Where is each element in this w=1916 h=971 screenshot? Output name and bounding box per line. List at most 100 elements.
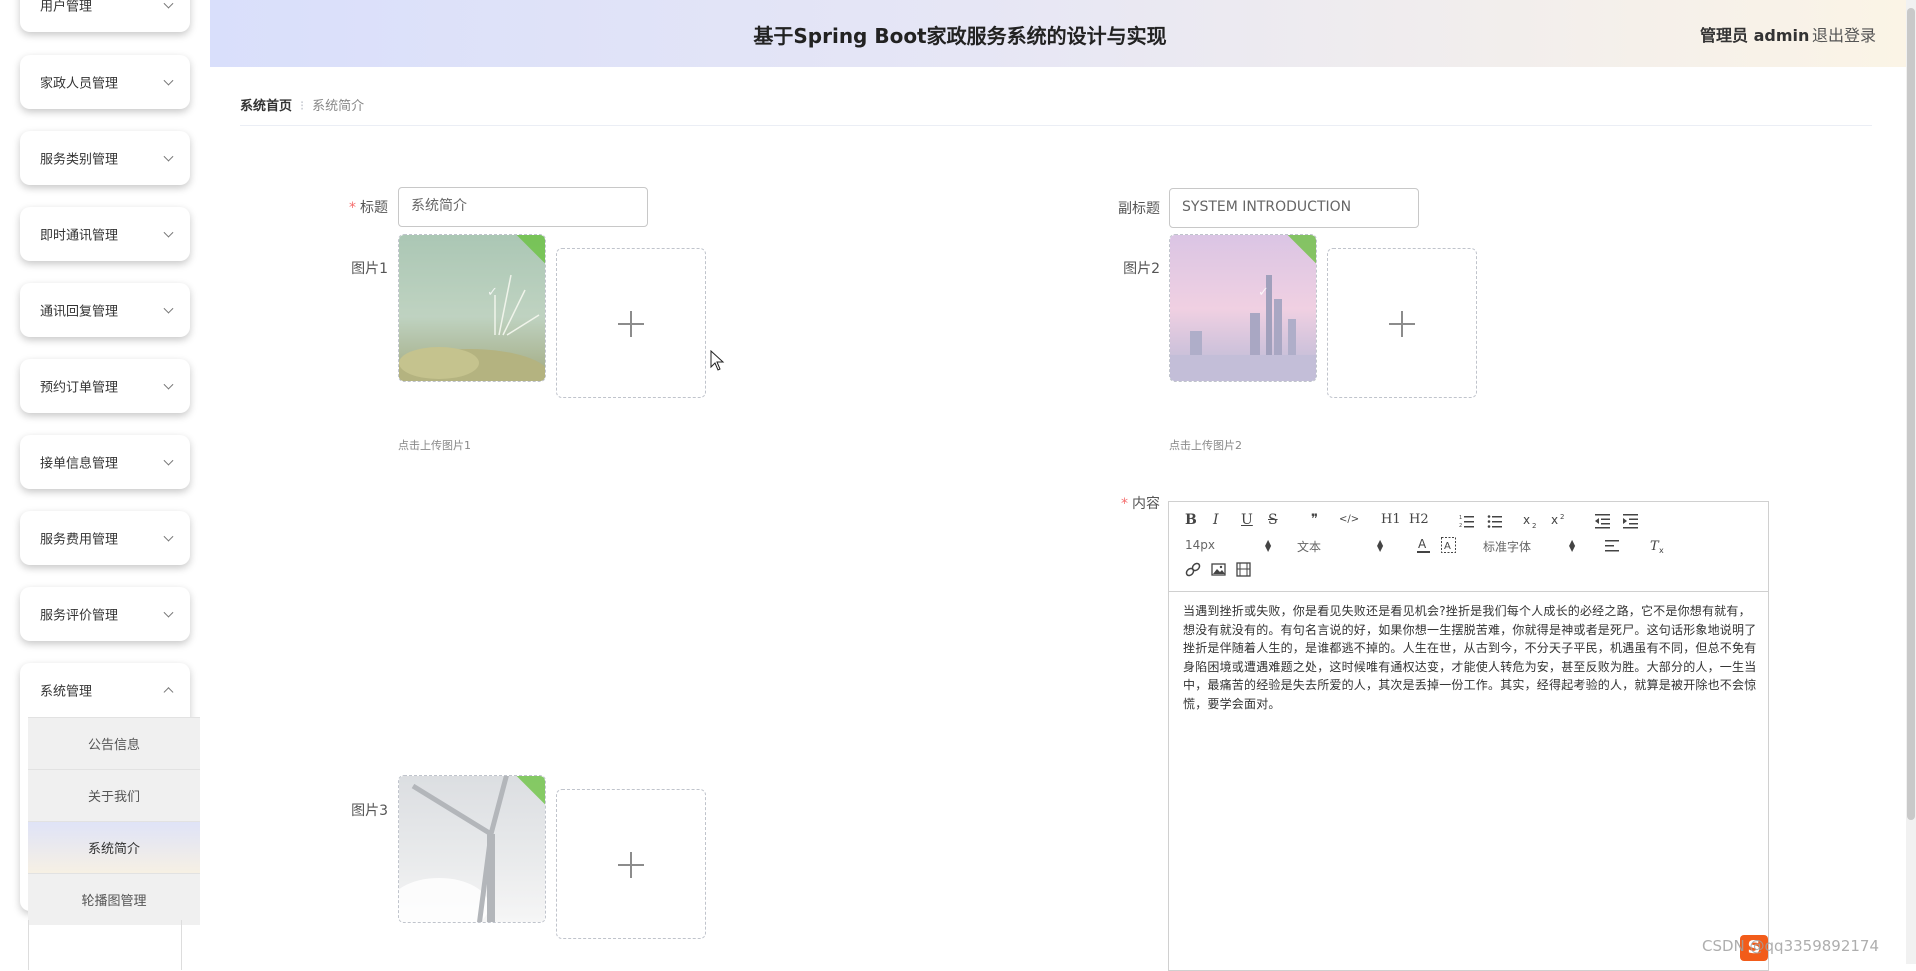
sidebar-item-label: 通讯回复管理 — [40, 304, 119, 320]
font-family-select[interactable]: 标准字体 — [1483, 538, 1531, 555]
image3-preview[interactable] — [398, 775, 546, 923]
font-color-icon[interactable]: A — [1416, 537, 1432, 555]
sidebar-item-order-acceptance[interactable]: 接单信息管理 — [20, 435, 190, 489]
header1-button[interactable]: H1 — [1381, 512, 1401, 527]
video-icon[interactable] — [1236, 562, 1252, 578]
sidebar-item-housekeeper-management[interactable]: 家政人员管理 — [20, 55, 190, 109]
breadcrumb-separator: ⁝ — [300, 99, 305, 114]
breadcrumb-current: 系统简介 — [312, 99, 365, 114]
page-title: 基于Spring Boot家政服务系统的设计与实现 — [753, 24, 1167, 48]
image1-upload-tip: 点击上传图片1 — [398, 439, 471, 452]
subtitle-input[interactable]: SYSTEM INTRODUCTION — [1169, 188, 1419, 228]
submenu-item-announcements[interactable]: 公告信息 — [28, 717, 200, 769]
sidebar-item-system-management[interactable]: 系统管理 公告信息 关于我们 系统简介 轮播图管理 — [20, 663, 200, 925]
underline-button[interactable]: U — [1241, 512, 1253, 528]
sidebar-item-label: 接单信息管理 — [40, 456, 119, 472]
title-input[interactable]: 系统简介 — [398, 187, 648, 227]
svg-text:x: x — [1659, 546, 1664, 555]
sidebar-item-label: 服务评价管理 — [40, 608, 119, 624]
sidebar-item-message-reply[interactable]: 通讯回复管理 — [20, 283, 190, 337]
sidebar-item-label: 用户管理 — [40, 0, 93, 15]
sidebar-bottom-edge — [28, 920, 182, 970]
submenu-item-carousel[interactable]: 轮播图管理 — [28, 873, 200, 925]
ordered-list-icon[interactable]: 1 2 — [1459, 513, 1475, 529]
divider — [240, 125, 1872, 126]
bold-button[interactable]: B — [1185, 512, 1197, 528]
select-arrows-icon: ▲ ▼ — [1377, 538, 1384, 553]
sidebar-item-service-category[interactable]: 服务类别管理 — [20, 131, 190, 185]
clear-format-icon[interactable]: T x — [1649, 537, 1667, 555]
top-header: 基于Spring Boot家政服务系统的设计与实现 管理员 admin 退出登录 — [210, 0, 1906, 67]
rich-text-editor: B I U S ❞ </> H1 H2 1 2 x2 x2 14px ▲ ▼ 文… — [1168, 501, 1769, 971]
editor-content[interactable]: 当遇到挫折或失败，你是看见失败还是看见机会?挫折是我们每个人成长的必经之路，它不… — [1183, 602, 1759, 714]
content-label-text: 内容 — [1132, 496, 1160, 512]
sidebar-item-label: 服务费用管理 — [40, 532, 119, 548]
sidebar-item-user-management[interactable]: 用户管理 — [20, 0, 190, 32]
sidebar-item-label: 家政人员管理 — [40, 76, 119, 92]
image2-preview[interactable]: ✓ — [1169, 234, 1317, 382]
sidebar-item-label: 预约订单管理 — [40, 380, 119, 396]
sidebar-item-label: 即时通讯管理 — [40, 228, 119, 244]
sidebar-item-service-reviews[interactable]: 服务评价管理 — [20, 587, 190, 641]
indent-icon[interactable] — [1623, 513, 1639, 529]
image3-label: 图片3 — [351, 803, 388, 819]
superscript-icon[interactable]: x2 — [1551, 512, 1569, 530]
chevron-down-icon — [163, 531, 174, 542]
chevron-down-icon — [163, 379, 174, 390]
strike-button[interactable]: S — [1268, 512, 1278, 528]
blockquote-button[interactable]: ❞ — [1311, 512, 1318, 527]
bullet-list-icon[interactable] — [1487, 513, 1503, 529]
mouse-cursor-icon — [710, 350, 725, 371]
sidebar-item-instant-messaging[interactable]: 即时通讯管理 — [20, 207, 190, 261]
sidebar-item-appointment-orders[interactable]: 预约订单管理 — [20, 359, 190, 413]
chevron-down-icon — [163, 455, 174, 466]
required-mark: * — [1121, 496, 1128, 512]
image2-upload-button[interactable] — [1327, 248, 1477, 398]
image-icon[interactable] — [1211, 562, 1227, 578]
scrollbar-thumb[interactable] — [1907, 8, 1915, 820]
image2-upload-tip: 点击上传图片2 — [1169, 439, 1242, 452]
submenu-item-about-us[interactable]: 关于我们 — [28, 769, 200, 821]
svg-text:x: x — [1551, 513, 1558, 527]
sidebar-item-label: 服务类别管理 — [40, 152, 119, 168]
svg-text:2: 2 — [1560, 513, 1564, 521]
chevron-down-icon — [163, 151, 174, 162]
subscript-icon[interactable]: x2 — [1523, 512, 1541, 530]
font-size-select[interactable]: 14px — [1185, 538, 1215, 552]
required-mark: * — [349, 200, 356, 216]
chevron-down-icon — [163, 303, 174, 314]
outdent-icon[interactable] — [1595, 513, 1611, 529]
link-icon[interactable] — [1185, 562, 1201, 578]
image1-preview[interactable]: ✓ — [398, 234, 546, 382]
header2-button[interactable]: H2 — [1409, 512, 1429, 527]
image3-upload-button[interactable] — [556, 789, 706, 939]
background-color-icon[interactable]: A — [1441, 537, 1457, 555]
image2-label: 图片2 — [1123, 261, 1160, 277]
align-icon[interactable] — [1605, 539, 1621, 553]
sidebar-item-service-fees[interactable]: 服务费用管理 — [20, 511, 190, 565]
title-label: * 标题 — [308, 197, 388, 217]
logout-link[interactable]: 退出登录 — [1812, 22, 1876, 46]
image1-upload-button[interactable] — [556, 248, 706, 398]
watermark-text: CSDN @qq3359892174 — [1702, 937, 1880, 955]
chevron-down-icon — [163, 607, 174, 618]
content-label: * 内容 — [1080, 493, 1160, 513]
breadcrumb-home[interactable]: 系统首页 — [240, 99, 292, 114]
sidebar: 用户管理 家政人员管理 服务类别管理 即时通讯管理 通讯回复管理 预约订单管理 … — [0, 0, 210, 970]
svg-text:1: 1 — [1459, 515, 1462, 521]
current-user: 管理员 admin — [1700, 26, 1810, 45]
submenu-item-system-intro[interactable]: 系统简介 — [28, 821, 200, 873]
svg-text:2: 2 — [1459, 523, 1462, 529]
breadcrumb: 系统首页 ⁝ 系统简介 — [240, 95, 364, 114]
header-select[interactable]: 文本 — [1297, 538, 1321, 555]
subtitle-label: 副标题 — [1118, 201, 1160, 217]
chevron-up-icon — [163, 687, 174, 698]
chevron-down-icon — [163, 227, 174, 238]
chevron-down-icon — [163, 0, 174, 9]
chevron-down-icon — [163, 75, 174, 86]
svg-text:A: A — [1444, 541, 1451, 552]
check-icon: ✓ — [1258, 285, 1269, 300]
italic-button[interactable]: I — [1213, 512, 1219, 528]
code-block-button[interactable]: </> — [1339, 514, 1359, 525]
svg-text:x: x — [1523, 513, 1530, 527]
